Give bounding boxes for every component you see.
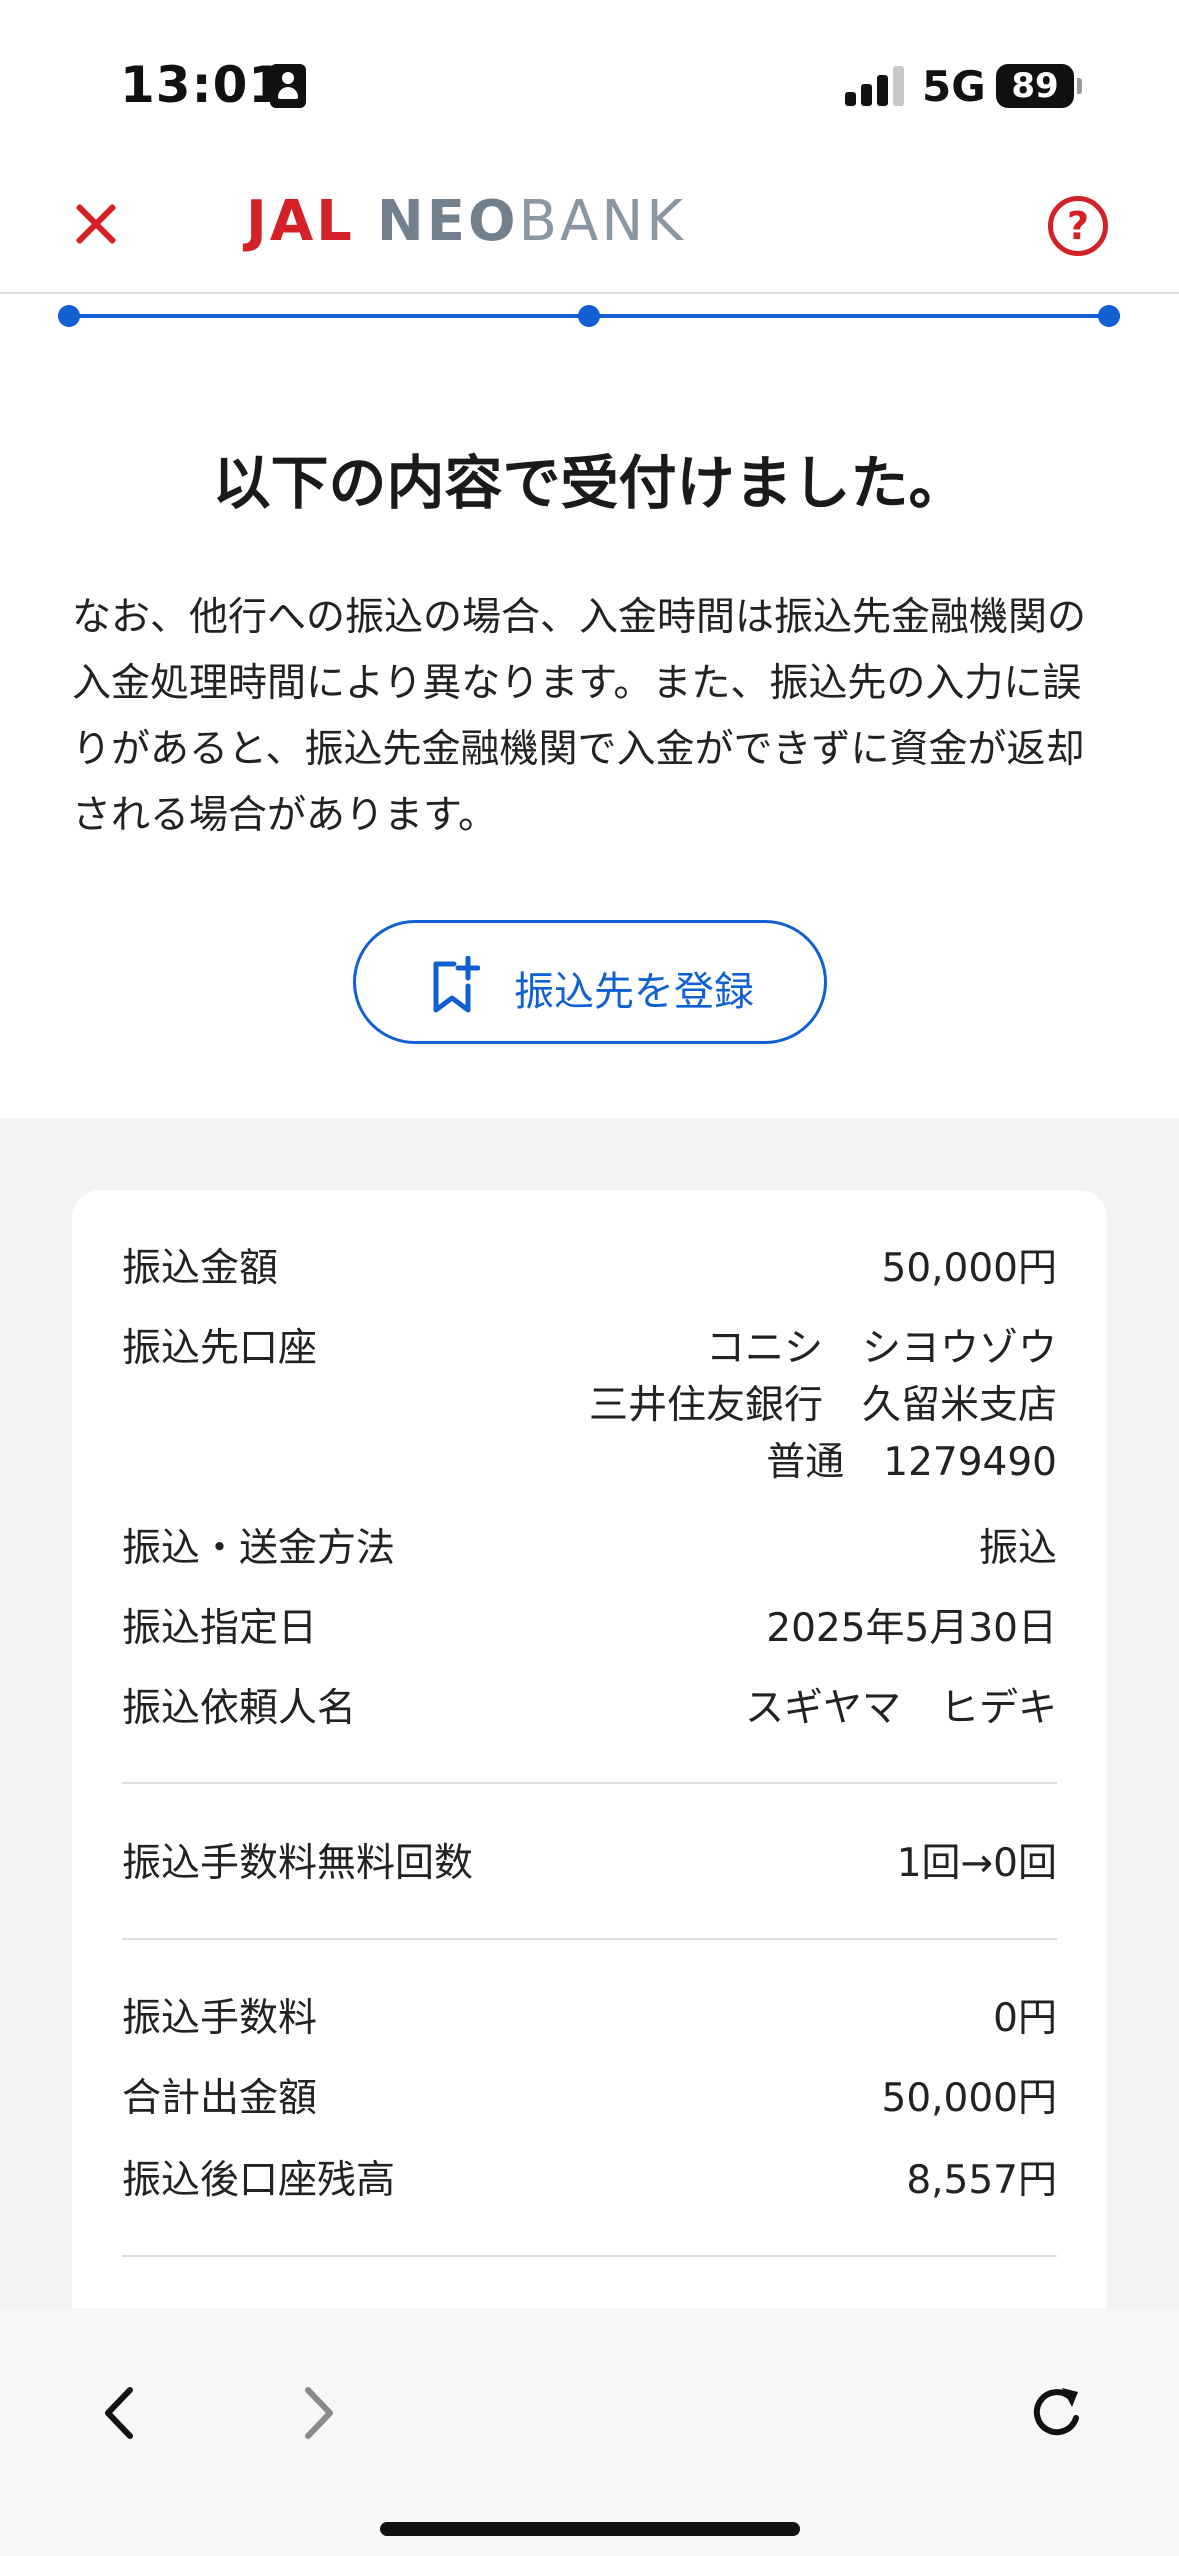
detail-value: 2025年5月30日 bbox=[766, 1606, 1057, 1651]
detail-label: 振込先口座 bbox=[122, 1326, 318, 1371]
network-type: 5G bbox=[922, 62, 986, 111]
detail-label: 振込・送金方法 bbox=[122, 1526, 396, 1571]
battery-nub bbox=[1077, 78, 1082, 94]
signal-bars-icon bbox=[845, 64, 905, 106]
progress-step-1 bbox=[58, 305, 80, 327]
divider bbox=[122, 1938, 1057, 1940]
account-holder-name: コニシ シヨウゾウ bbox=[705, 1326, 1057, 1371]
person-badge-icon bbox=[270, 64, 306, 108]
detail-label: 振込手数料無料回数 bbox=[122, 1841, 474, 1886]
transfer-details-section: 振込金額 50,000円 振込先口座 コニシ シヨウゾウ 三井住友銀行 久留米支… bbox=[0, 1118, 1179, 2340]
help-icon[interactable]: ? bbox=[1048, 196, 1108, 256]
detail-value: 振込 bbox=[978, 1526, 1057, 1571]
account-bank-branch: 三井住友銀行 久留米支店 bbox=[588, 1383, 1057, 1428]
jal-neobank-logo: JAL NEOBANK bbox=[246, 194, 686, 250]
detail-value: スギヤマ ヒデキ bbox=[744, 1686, 1057, 1731]
divider bbox=[122, 1782, 1057, 1784]
battery-level: 89 bbox=[1011, 66, 1059, 106]
register-payee-button[interactable]: 振込先を登録 bbox=[353, 920, 827, 1044]
detail-label: 合計出金額 bbox=[122, 2076, 318, 2121]
bookmark-add-icon bbox=[433, 956, 480, 1013]
progress-steps bbox=[58, 305, 1120, 327]
reload-icon[interactable] bbox=[1024, 2378, 1094, 2448]
page-title: 以下の内容で受付けました。 bbox=[212, 449, 967, 517]
detail-label: 振込指定日 bbox=[122, 1606, 318, 1651]
status-bar: 13:01 5G 89 bbox=[0, 0, 1179, 150]
detail-value-account: コニシ シヨウゾウ 三井住友銀行 久留米支店 普通 1279490 bbox=[589, 1320, 1057, 1491]
screen: 13:01 5G 89 JAL NEOBANK ? 以下の内容で受付けました。 な… bbox=[0, 0, 1179, 2556]
detail-value: 50,000円 bbox=[881, 2076, 1057, 2121]
app-header: JAL NEOBANK ? bbox=[0, 150, 1179, 294]
detail-label: 振込後口座残高 bbox=[122, 2158, 396, 2203]
back-arrow-icon[interactable] bbox=[86, 2378, 156, 2448]
detail-value: 1回→0回 bbox=[896, 1841, 1057, 1886]
logo-jal: JAL bbox=[246, 189, 355, 254]
progress-step-3 bbox=[1098, 305, 1120, 327]
register-payee-label: 振込先を登録 bbox=[514, 969, 754, 1015]
detail-value: 0円 bbox=[993, 1996, 1057, 2041]
logo-bank: BANK bbox=[518, 189, 686, 254]
progress-step-2 bbox=[578, 305, 600, 327]
account-type-number: 普通 1279490 bbox=[766, 1440, 1057, 1485]
detail-row-account: 振込先口座 コニシ シヨウゾウ 三井住友銀行 久留米支店 普通 1279490 bbox=[122, 1320, 1057, 1500]
divider bbox=[122, 2255, 1057, 2257]
help-symbol: ? bbox=[1066, 204, 1090, 248]
logo-neo: NEO bbox=[376, 189, 519, 254]
status-time: 13:01 bbox=[120, 56, 285, 114]
transfer-details-card: 振込金額 50,000円 振込先口座 コニシ シヨウゾウ 三井住友銀行 久留米支… bbox=[72, 1190, 1107, 2340]
close-icon[interactable] bbox=[68, 196, 124, 252]
detail-value: 8,557円 bbox=[906, 2158, 1057, 2203]
detail-value: 50,000円 bbox=[881, 1246, 1057, 1291]
browser-toolbar bbox=[0, 2308, 1179, 2556]
battery-icon: 89 bbox=[996, 64, 1074, 108]
home-indicator[interactable] bbox=[380, 2522, 800, 2536]
detail-label: 振込金額 bbox=[122, 1246, 279, 1291]
detail-label: 振込依頼人名 bbox=[122, 1686, 357, 1731]
detail-label: 振込手数料 bbox=[122, 1996, 318, 2041]
forward-arrow-icon[interactable] bbox=[282, 2378, 352, 2448]
notice-text: なお、他行への振込の場合、入金時間は振込先金融機関の入金処理時間により異なります… bbox=[72, 595, 1087, 838]
